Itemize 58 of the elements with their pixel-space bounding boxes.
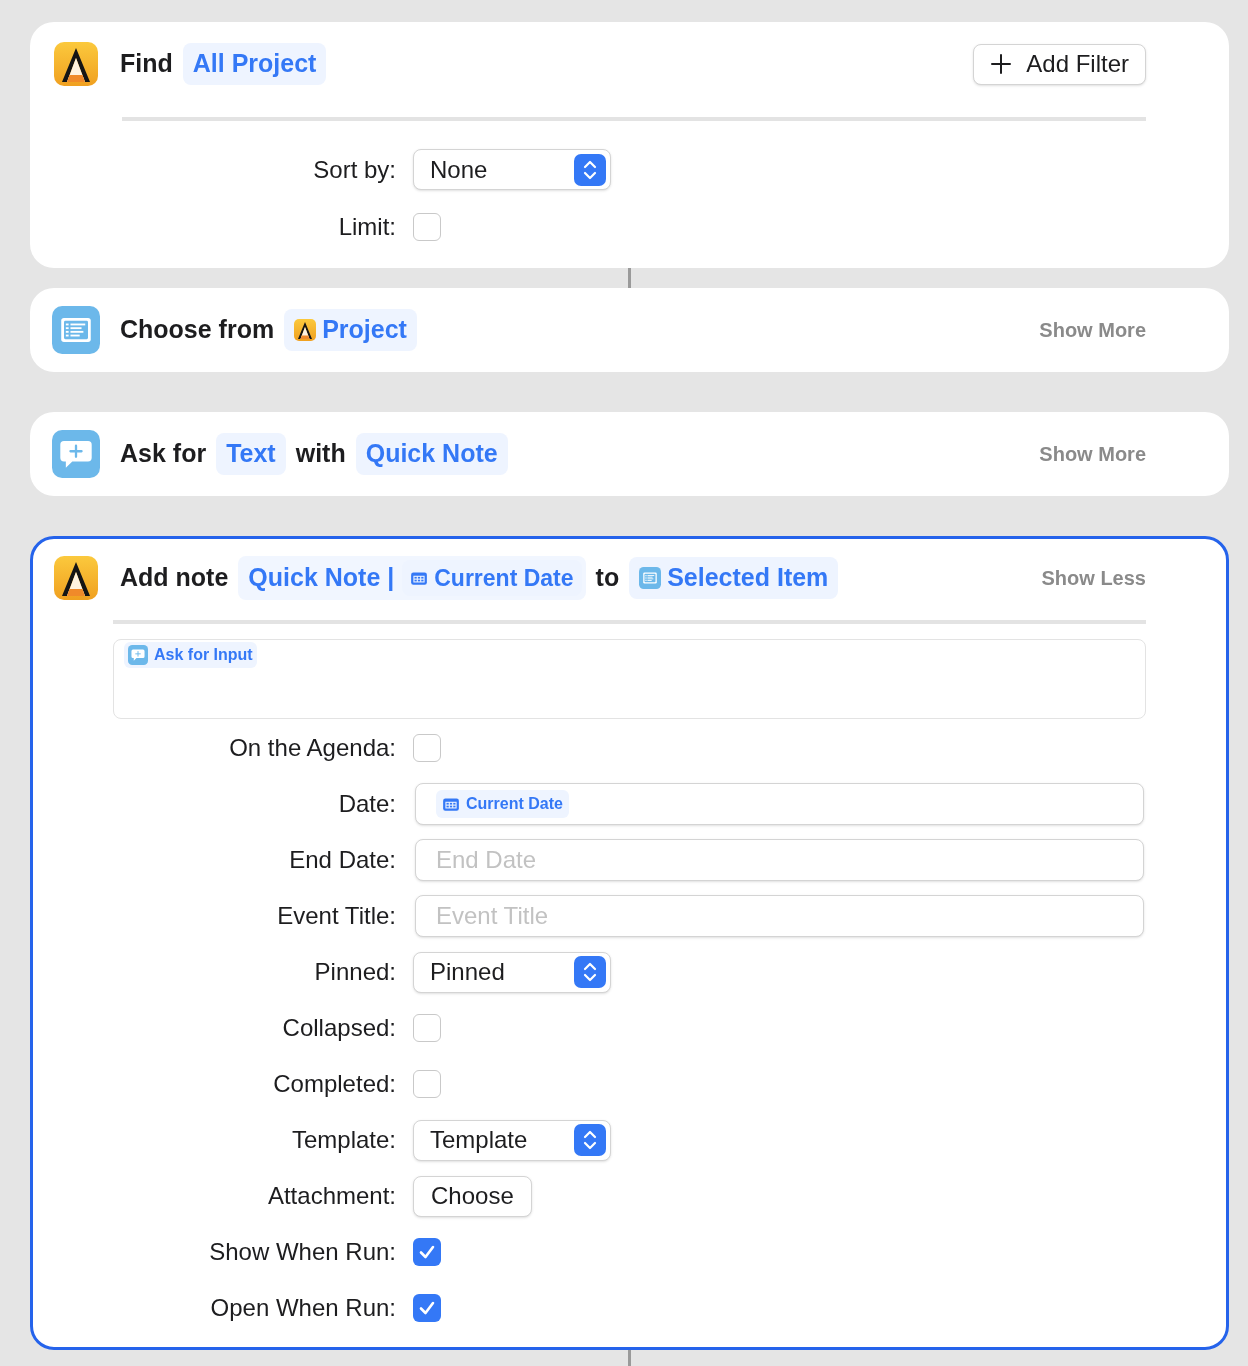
field-label: On the Agenda: [228,733,397,763]
action-text: Add note [120,562,229,594]
field-label: Collapsed: [281,1013,397,1043]
checkbox[interactable] [413,1294,441,1322]
dropdown[interactable]: Template [413,1119,611,1161]
date-field[interactable]: Current Date [415,783,1144,825]
text-field[interactable]: Event Title [415,895,1144,937]
field-label: Limit: [337,211,397,242]
dropdown[interactable]: Pinned [413,951,611,993]
text-input-area[interactable]: Ask for Input [113,639,1146,719]
variable-token[interactable]: Selected Item [629,557,839,599]
plus-icon [990,53,1013,75]
field-label: Sort by: [312,154,397,185]
action-text: Choose from [120,314,275,346]
field-label: Pinned: [313,957,397,987]
action-text: Ask for [120,438,207,470]
variable-token[interactable]: Project [284,309,417,351]
action-text: to [595,562,620,594]
field-label: Date: [337,789,397,819]
show-toggle-link[interactable]: Show More [1039,315,1146,345]
checkbox[interactable] [413,212,441,241]
speech-bubble-plus-icon [52,428,100,480]
add-filter-button[interactable]: Add Filter [973,43,1146,85]
checkbox[interactable] [413,734,441,762]
field-label: Template: [290,1125,397,1155]
pencil-a-app-icon [54,556,98,600]
speech-bubble-plus-icon [128,645,148,665]
show-toggle-link[interactable]: Show More [1039,439,1146,469]
field-label: Event Title: [276,901,397,931]
pencil-a-app-icon [294,319,317,341]
chevron-updown-icon [574,956,606,988]
pencil-a-app-icon [54,42,98,86]
checkbox[interactable] [413,1070,441,1098]
field-label: Show When Run: [208,1237,397,1267]
dropdown[interactable]: None [413,149,611,190]
field-label: Completed: [272,1069,397,1099]
checkbox[interactable] [413,1238,441,1266]
choose-button[interactable]: Choose [413,1175,532,1217]
list-window-icon [639,567,662,589]
chevron-updown-icon [574,153,606,186]
show-toggle-link[interactable]: Show Less [1041,563,1146,593]
variable-token[interactable]: Current Date [436,790,569,818]
action-text: with [295,438,346,470]
list-window-icon [52,304,100,356]
variable-token[interactable]: Text [216,433,286,475]
text-field[interactable]: End Date [415,839,1144,881]
field-label: End Date: [288,845,397,875]
field-label: Attachment: [266,1181,397,1211]
variable-token[interactable]: Quick Note [355,433,508,475]
variable-token[interactable]: All Project [182,43,327,85]
chevron-updown-icon [574,1124,606,1156]
action-text: Find [120,48,173,80]
calendar-icon [410,569,429,587]
field-label: Open When Run: [209,1293,397,1323]
variable-text[interactable]: Quick Note | [248,559,395,597]
variable-token[interactable]: Ask for Input [124,642,257,668]
calendar-icon [442,795,460,813]
checkbox[interactable] [413,1014,441,1042]
